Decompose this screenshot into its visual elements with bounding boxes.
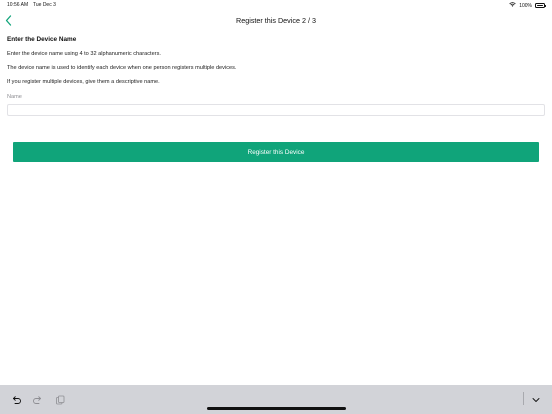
undo-icon[interactable]: [10, 393, 22, 405]
section-title: Enter the Device Name: [7, 36, 77, 43]
home-indicator[interactable]: [207, 407, 346, 410]
paste-icon[interactable]: [54, 393, 66, 405]
status-time: 10:56 AM: [7, 2, 29, 8]
navigation-bar: Register this Device 2 / 3: [0, 11, 552, 31]
instruction-text-1: Enter the device name using 4 to 32 alph…: [7, 51, 161, 57]
battery-icon: [535, 3, 546, 8]
register-device-button[interactable]: Register this Device: [13, 142, 539, 162]
chevron-down-icon[interactable]: [530, 393, 542, 405]
page-title: Register this Device 2 / 3: [236, 16, 316, 25]
status-indicators: 100%: [509, 2, 546, 9]
device-registration-screen: 10:56 AM Tue Dec 3 100% Register this De…: [0, 0, 552, 414]
instruction-text-3: If you register multiple devices, give t…: [7, 79, 160, 85]
status-date: Tue Dec 3: [33, 2, 56, 8]
wifi-icon: [509, 2, 516, 9]
instruction-text-2: The device name is used to identify each…: [7, 65, 237, 71]
toolbar-divider: [523, 392, 524, 405]
battery-fill: [536, 4, 544, 7]
redo-icon[interactable]: [32, 393, 44, 405]
status-bar: 10:56 AM Tue Dec 3 100%: [0, 0, 552, 11]
device-name-input[interactable]: [7, 104, 545, 116]
battery-percent: 100%: [519, 2, 532, 9]
name-label: Name: [7, 94, 22, 100]
